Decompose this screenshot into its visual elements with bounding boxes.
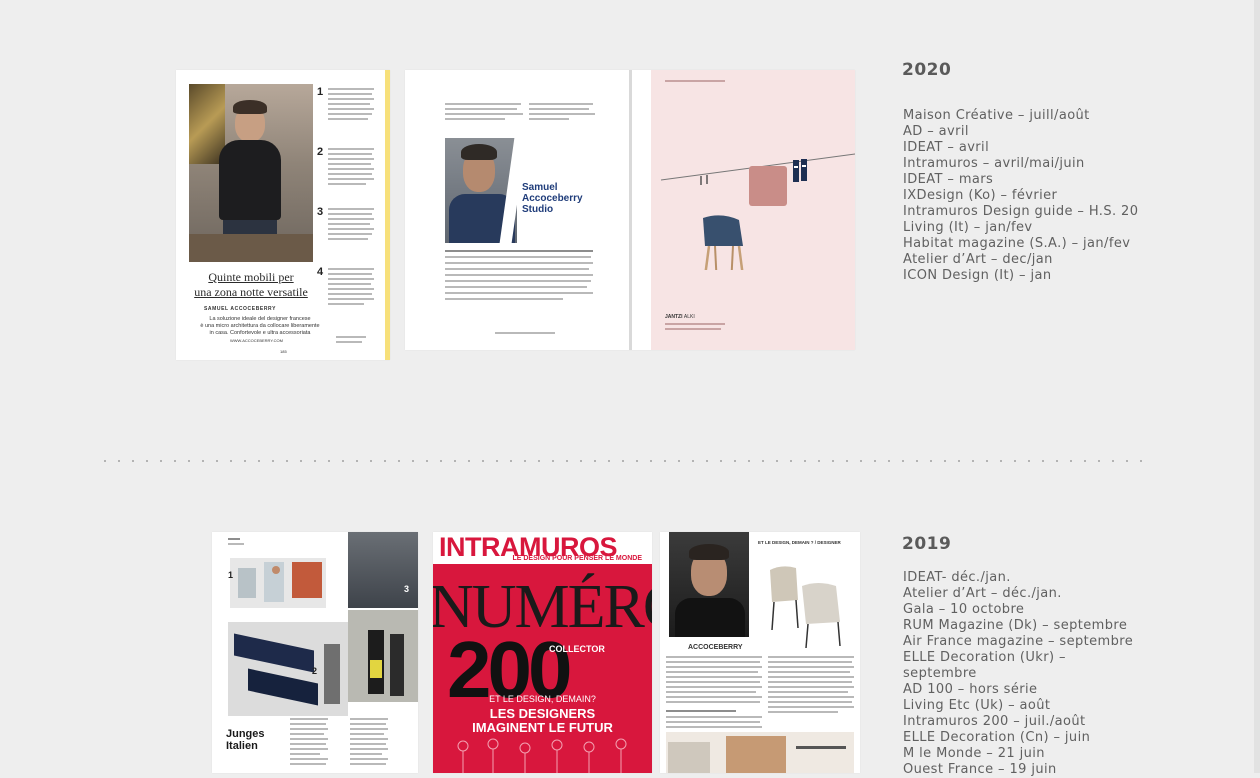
designer-photo [189, 84, 313, 262]
section-separator [98, 460, 1150, 462]
press-item: Ouest France – 19 juin [903, 762, 1057, 777]
headline-line-1: Quinte mobili per [208, 270, 294, 284]
article-site: WWW.ACCOCEBERRY.COM [230, 338, 283, 343]
hanging-shirt [749, 166, 787, 206]
press-item: ELLE Decoration (Ukr) – septembre [903, 650, 1066, 681]
magazine-thumb-korean-spread[interactable]: Samuel Accoceberry Studio JANTZI ALKI [405, 70, 855, 350]
press-item: IDEAT- déc./jan. [903, 570, 1011, 585]
article-title: Junges Italien [226, 728, 265, 752]
magazine-thumb-intramuros-cover[interactable]: INTRAMUROS LE DESIGN POUR PENSER LE MOND… [433, 532, 652, 773]
magazine-thumb-portrait-article[interactable]: ACCOCEBERRY ET LE DESIGN, DEMAIN ? / DES… [660, 532, 860, 773]
cover-headline-1: LES DESIGNERS [489, 706, 596, 721]
press-item: AD 100 – hors série [903, 682, 1038, 697]
cover-tagline: LE DESIGN POUR PENSER LE MONDE [512, 555, 642, 562]
designer-portrait [669, 532, 749, 637]
section-header: ET LE DESIGN, DEMAIN ? / DESIGNER [758, 540, 841, 545]
press-item: Intramuros – avril/mai/juin [903, 156, 1085, 171]
chair-shell [703, 215, 743, 246]
press-item: Gala – 10 octobre [903, 602, 1025, 617]
press-item: ELLE Decoration (Cn) – juin [903, 730, 1091, 745]
spread-left-page: Samuel Accoceberry Studio [405, 70, 630, 350]
cover-collector-label: COLLECTOR [549, 644, 605, 654]
item-number-2: 2 [317, 146, 324, 158]
people-photo [348, 610, 418, 702]
cover-figures-illustration [457, 738, 627, 773]
article-caption: La soluzione ideale del designer frances… [200, 316, 320, 336]
press-item: IDEAT – avril [903, 140, 990, 155]
press-item: IDEAT – mars [903, 172, 994, 187]
title-line-1: Junges [226, 728, 265, 740]
page-scrollbar[interactable] [1254, 0, 1260, 773]
press-item: Atelier d’Art – déc./jan. [903, 586, 1062, 601]
designer-name: ACCOCEBERRY [688, 644, 743, 651]
press-item: Intramuros 200 – juil./août [903, 714, 1086, 729]
cover-headline-2: IMAGINENT LE FUTUR [472, 720, 613, 735]
press-item: AD – avril [903, 124, 969, 139]
year-heading-2019: 2019 [902, 534, 952, 554]
item-number-4: 4 [317, 266, 324, 278]
headline-line-2: una zona notte versatile [194, 285, 308, 299]
press-item: Habitat magazine (S.A.) – jan/fev [903, 236, 1131, 251]
press-item: Maison Créative – juill/août [903, 108, 1090, 123]
year-heading-2020: 2020 [902, 60, 952, 80]
item-number-1: 1 [228, 570, 234, 580]
bottom-photo [666, 732, 854, 773]
press-section-2020: Quinte mobili per una zona notte versati… [0, 0, 1240, 420]
magazine-thumb-italian[interactable]: Quinte mobili per una zona notte versati… [176, 70, 390, 360]
article-headline: Quinte mobili per una zona notte versati… [186, 270, 316, 300]
product-brand: ALKI [683, 314, 695, 320]
room-photo [348, 532, 418, 608]
spread-gutter [629, 70, 632, 350]
press-item: Intramuros Design guide – H.S. 20 [903, 204, 1139, 219]
press-item: Atelier d’Art – dec/jan [903, 252, 1053, 267]
press-section-2019: 1 2 3 Junges Italien INTRAMUROS LE DESIG… [0, 500, 1240, 777]
bag-photo [230, 558, 326, 608]
press-item: IXDesign (Ko) – février [903, 188, 1058, 203]
item-number-3: 3 [404, 584, 410, 594]
press-item: RUM Magazine (Dk) – septembre [903, 618, 1128, 633]
press-item: Living Etc (Uk) – août [903, 698, 1051, 713]
armchair-illustration [770, 566, 841, 649]
table-photo [228, 622, 348, 716]
spread-right-page: JANTZI ALKI [651, 70, 855, 350]
press-item: Living (It) – jan/fev [903, 220, 1033, 235]
item-number-2: 2 [312, 666, 318, 676]
title-line-2: Italien [226, 740, 258, 752]
studio-title: Samuel Accoceberry Studio [522, 182, 583, 215]
item-number-3: 3 [317, 206, 324, 218]
magazine-thumb-german-spread[interactable]: 1 2 3 Junges Italien [212, 532, 418, 773]
cover-question: ET LE DESIGN, DEMAIN? [489, 694, 596, 704]
press-item: Air France magazine – septembre [903, 634, 1134, 649]
article-byline: SAMUEL ACCOCEBERRY [204, 306, 277, 312]
product-name: JANTZI ALKI [665, 314, 695, 320]
press-list-2019: IDEAT- déc./jan. Atelier d’Art – déc./ja… [903, 570, 1203, 778]
product-label: JANTZI [665, 314, 683, 320]
clothesline-illustration [660, 153, 855, 270]
item-number-1: 1 [317, 86, 324, 98]
press-item: M le Monde – 21 juin [903, 746, 1045, 761]
page-number: 185 [280, 349, 287, 354]
press-list-2020: Maison Créative – juill/août AD – avril … [903, 108, 1223, 284]
press-item: ICON Design (It) – jan [903, 268, 1052, 283]
page-edge-accent [385, 70, 390, 360]
